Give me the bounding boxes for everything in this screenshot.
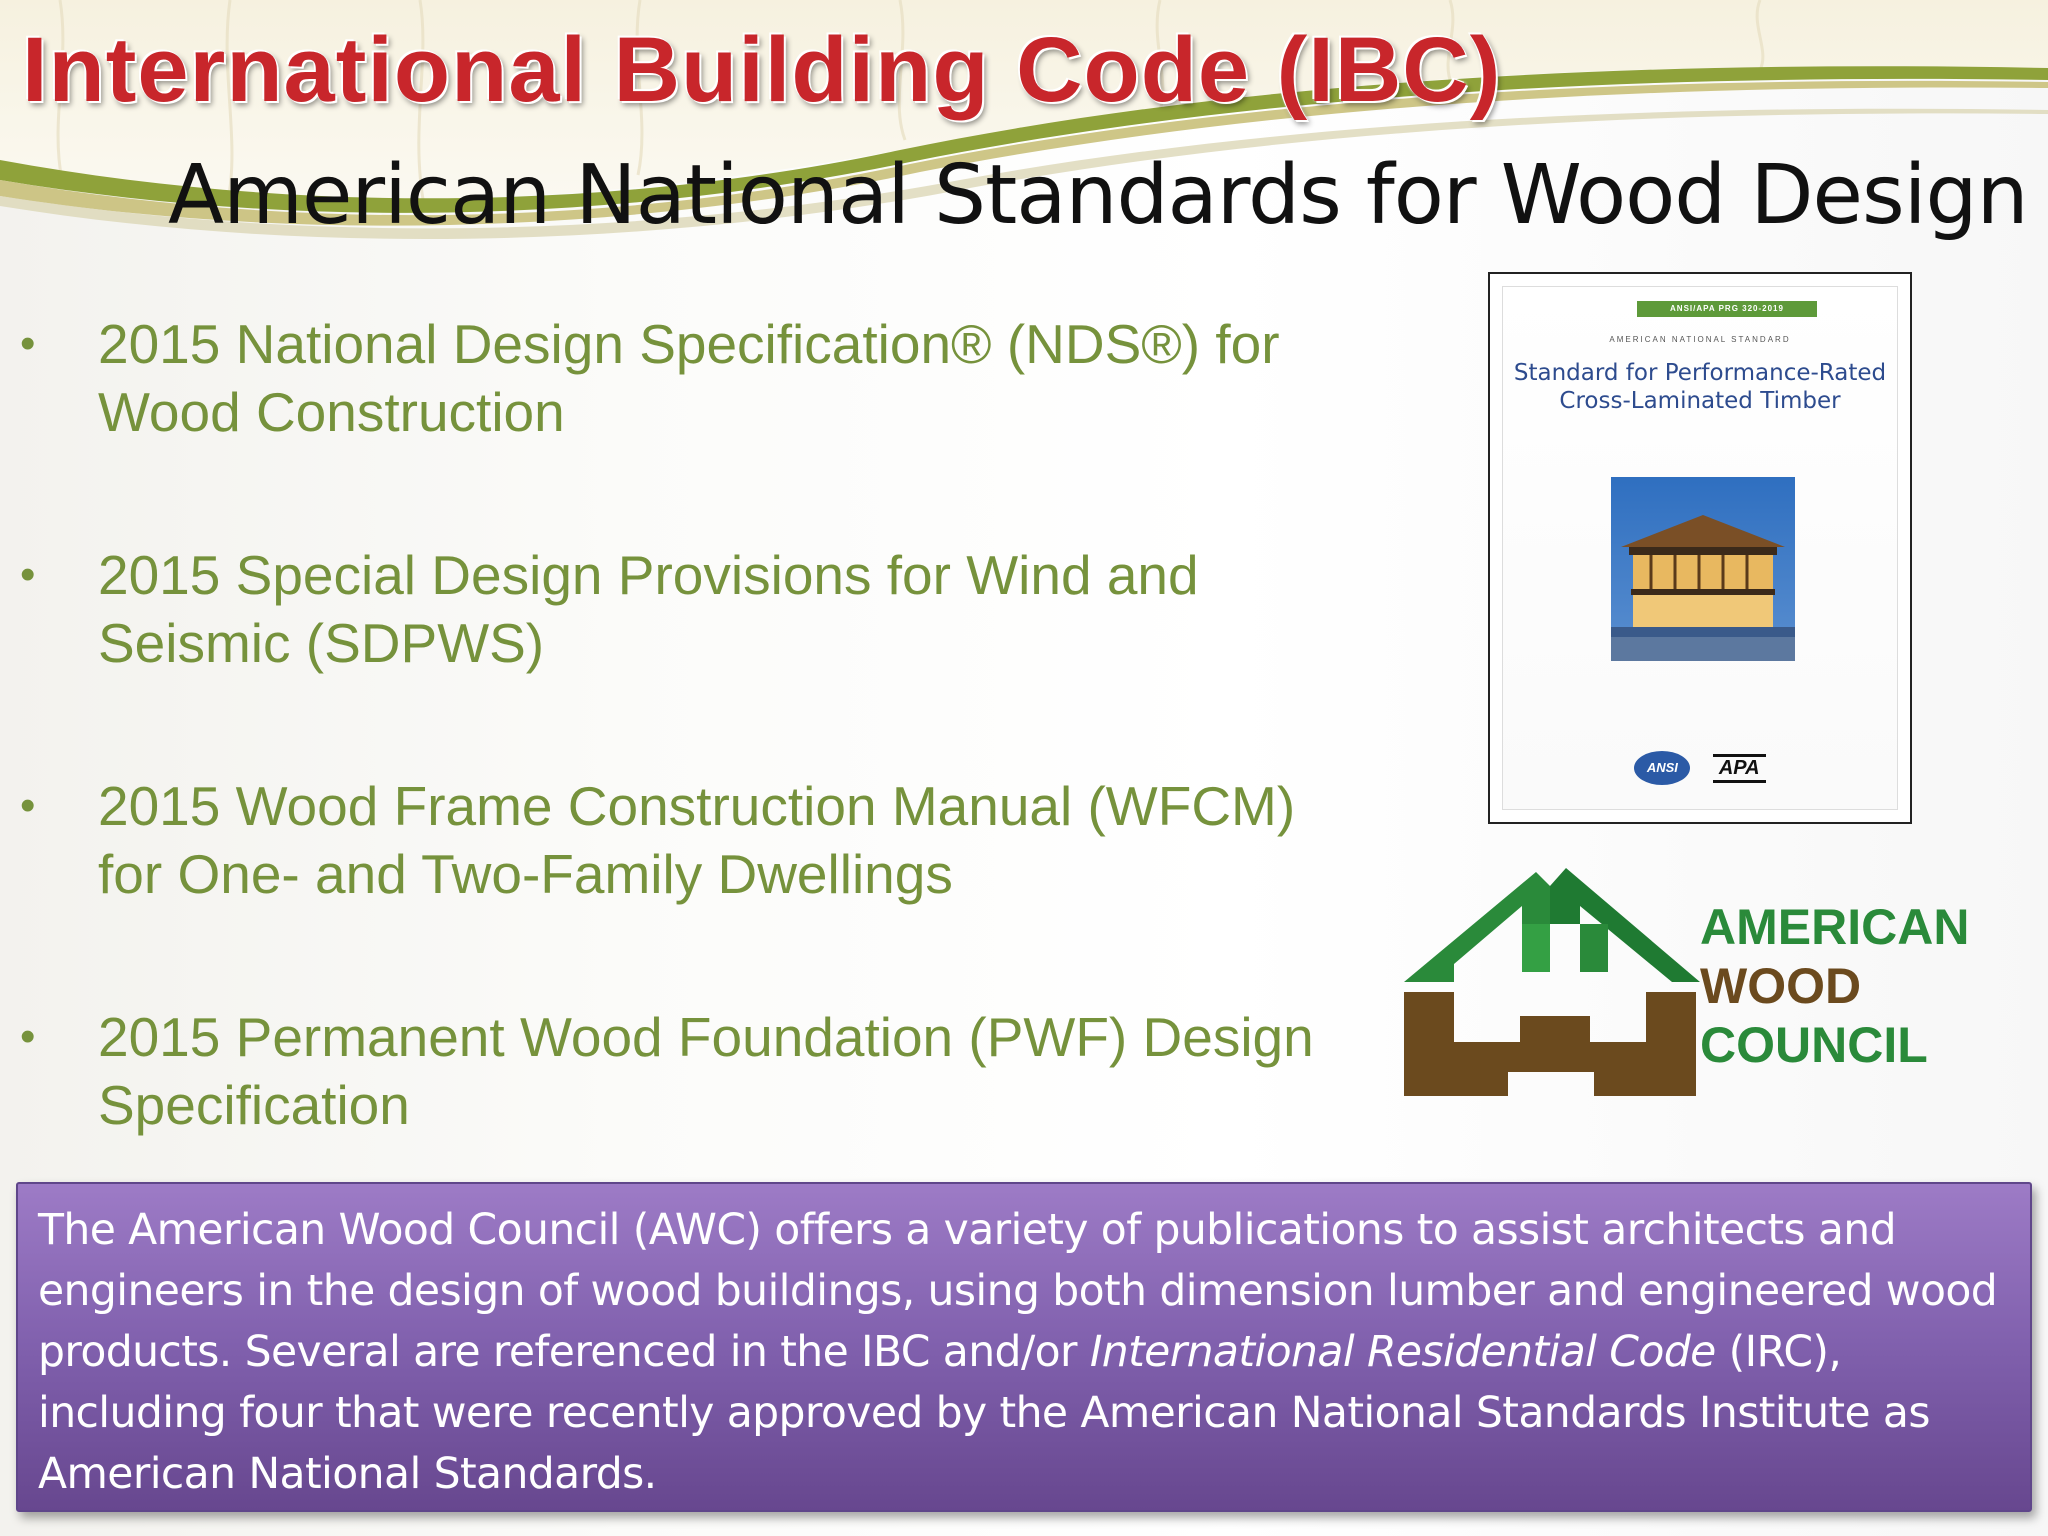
book-cover-title-line: Standard for Performance-Rated [1513, 360, 1887, 386]
book-cover-page: ANSI/APA PRG 320-2019 AMERICAN NATIONAL … [1502, 286, 1898, 810]
awc-logo-line: COUNCIL [1700, 1017, 1928, 1073]
bullet-marker: • [20, 550, 36, 599]
ansi-logo: ANSI [1634, 751, 1691, 785]
bullet-marker: • [20, 1012, 36, 1061]
awc-logo-line: WOOD [1700, 958, 1862, 1014]
bullet-line: 2015 Permanent Wood Foundation (PWF) Des… [98, 1006, 1314, 1068]
callout-text-italic: International Residential Code [1089, 1328, 1716, 1377]
slide-subtitle: American National Standards for Wood Des… [168, 148, 2029, 243]
book-cover-image: ANSI/APA PRG 320-2019 AMERICAN NATIONAL … [1488, 272, 1912, 824]
bullet-line: Wood Construction [98, 381, 565, 443]
callout-box: The American Wood Council (AWC) offers a… [16, 1182, 2032, 1512]
bullet-line: Specification [98, 1074, 410, 1136]
bullet-line: Seismic (SDPWS) [98, 612, 545, 674]
bullet-line: 2015 Wood Frame Construction Manual (WFC… [98, 775, 1296, 837]
building-photo [1611, 477, 1795, 661]
bullet-line: for One- and Two-Family Dwellings [98, 843, 953, 905]
book-cover-title-line: Cross-Laminated Timber [1559, 388, 1841, 414]
bullet-marker: • [20, 781, 36, 830]
book-cover-band: ANSI/APA PRG 320-2019 [1637, 301, 1817, 317]
list-item: • 2015 Permanent Wood Foundation (PWF) D… [20, 1003, 1380, 1139]
bullet-line: 2015 National Design Specification® (NDS… [98, 313, 1280, 375]
slide-title: International Building Code (IBC) [22, 19, 1502, 121]
list-item: • 2015 Wood Frame Construction Manual (W… [20, 772, 1380, 908]
bullet-marker: • [20, 319, 36, 368]
bullet-list: • 2015 National Design Specification® (N… [20, 310, 1380, 1234]
awc-logo-mark [1404, 868, 1700, 1096]
list-item: • 2015 Special Design Provisions for Win… [20, 541, 1380, 677]
callout-text: The American Wood Council (AWC) offers a… [38, 1200, 2010, 1505]
book-cover-logos: ANSI APA [1503, 751, 1897, 785]
awc-logo-line: AMERICAN [1700, 899, 1970, 955]
awc-logo-text: AMERICAN WOOD COUNCIL [1700, 898, 1969, 1075]
list-item: • 2015 National Design Specification® (N… [20, 310, 1380, 446]
book-cover-kicker: AMERICAN NATIONAL STANDARD [1609, 335, 1791, 344]
book-cover-title: Standard for Performance-Rated Cross-Lam… [1503, 359, 1897, 415]
apa-logo: APA [1712, 753, 1766, 783]
slide: International Building Code (IBC) Americ… [0, 0, 2048, 1536]
bullet-line: 2015 Special Design Provisions for Wind … [98, 544, 1199, 606]
